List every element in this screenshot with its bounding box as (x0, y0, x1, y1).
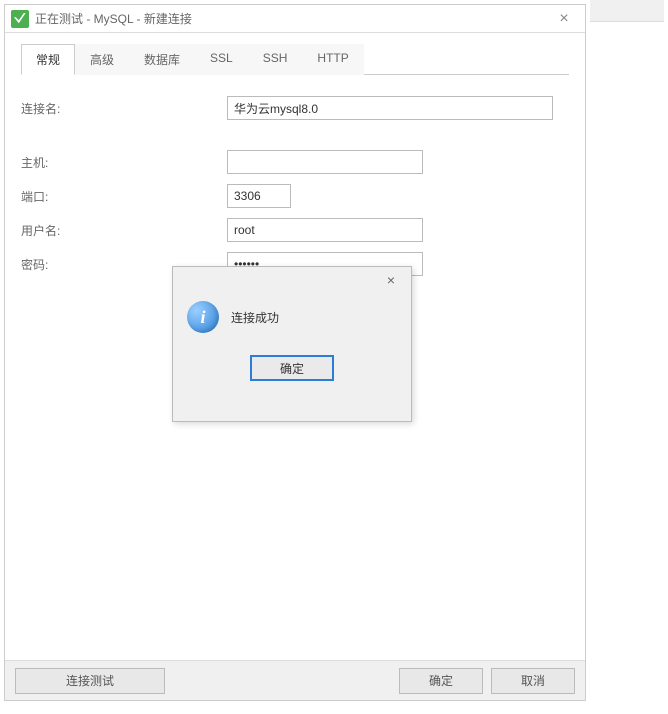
label-host: 主机: (21, 154, 227, 171)
info-icon: i (187, 301, 219, 333)
input-host[interactable] (227, 150, 423, 174)
result-dialog-titlebar: × (173, 267, 411, 293)
input-connection-name[interactable] (227, 96, 553, 120)
tab-ssh[interactable]: SSH (248, 44, 303, 75)
ok-button[interactable]: 确定 (399, 668, 483, 694)
result-message: 连接成功 (231, 309, 279, 326)
app-icon (11, 10, 29, 28)
tab-general[interactable]: 常规 (21, 44, 75, 75)
titlebar: 正在测试 - MySQL - 新建连接 × (5, 5, 585, 33)
dialog-footer: 连接测试 确定 取消 (5, 660, 585, 700)
close-icon[interactable]: × (549, 10, 579, 28)
label-username: 用户名: (21, 222, 227, 239)
result-dialog-footer: 确定 (173, 355, 411, 381)
tab-ssl[interactable]: SSL (195, 44, 248, 75)
result-ok-button[interactable]: 确定 (250, 355, 334, 381)
label-port: 端口: (21, 188, 227, 205)
test-connection-button[interactable]: 连接测试 (15, 668, 165, 694)
input-port[interactable] (227, 184, 291, 208)
tab-database[interactable]: 数据库 (129, 44, 195, 75)
tab-advanced[interactable]: 高级 (75, 44, 129, 75)
outer-toolbar-strip (590, 0, 664, 22)
label-connection-name: 连接名: (21, 100, 227, 117)
input-username[interactable] (227, 218, 423, 242)
tab-http[interactable]: HTTP (302, 44, 363, 75)
result-dialog-body: i 连接成功 (173, 293, 411, 333)
window-title: 正在测试 - MySQL - 新建连接 (35, 10, 549, 27)
cancel-button[interactable]: 取消 (491, 668, 575, 694)
result-dialog: × i 连接成功 确定 (172, 266, 412, 422)
tab-bar: 常规 高级 数据库 SSL SSH HTTP (21, 43, 569, 75)
close-icon[interactable]: × (379, 272, 403, 288)
